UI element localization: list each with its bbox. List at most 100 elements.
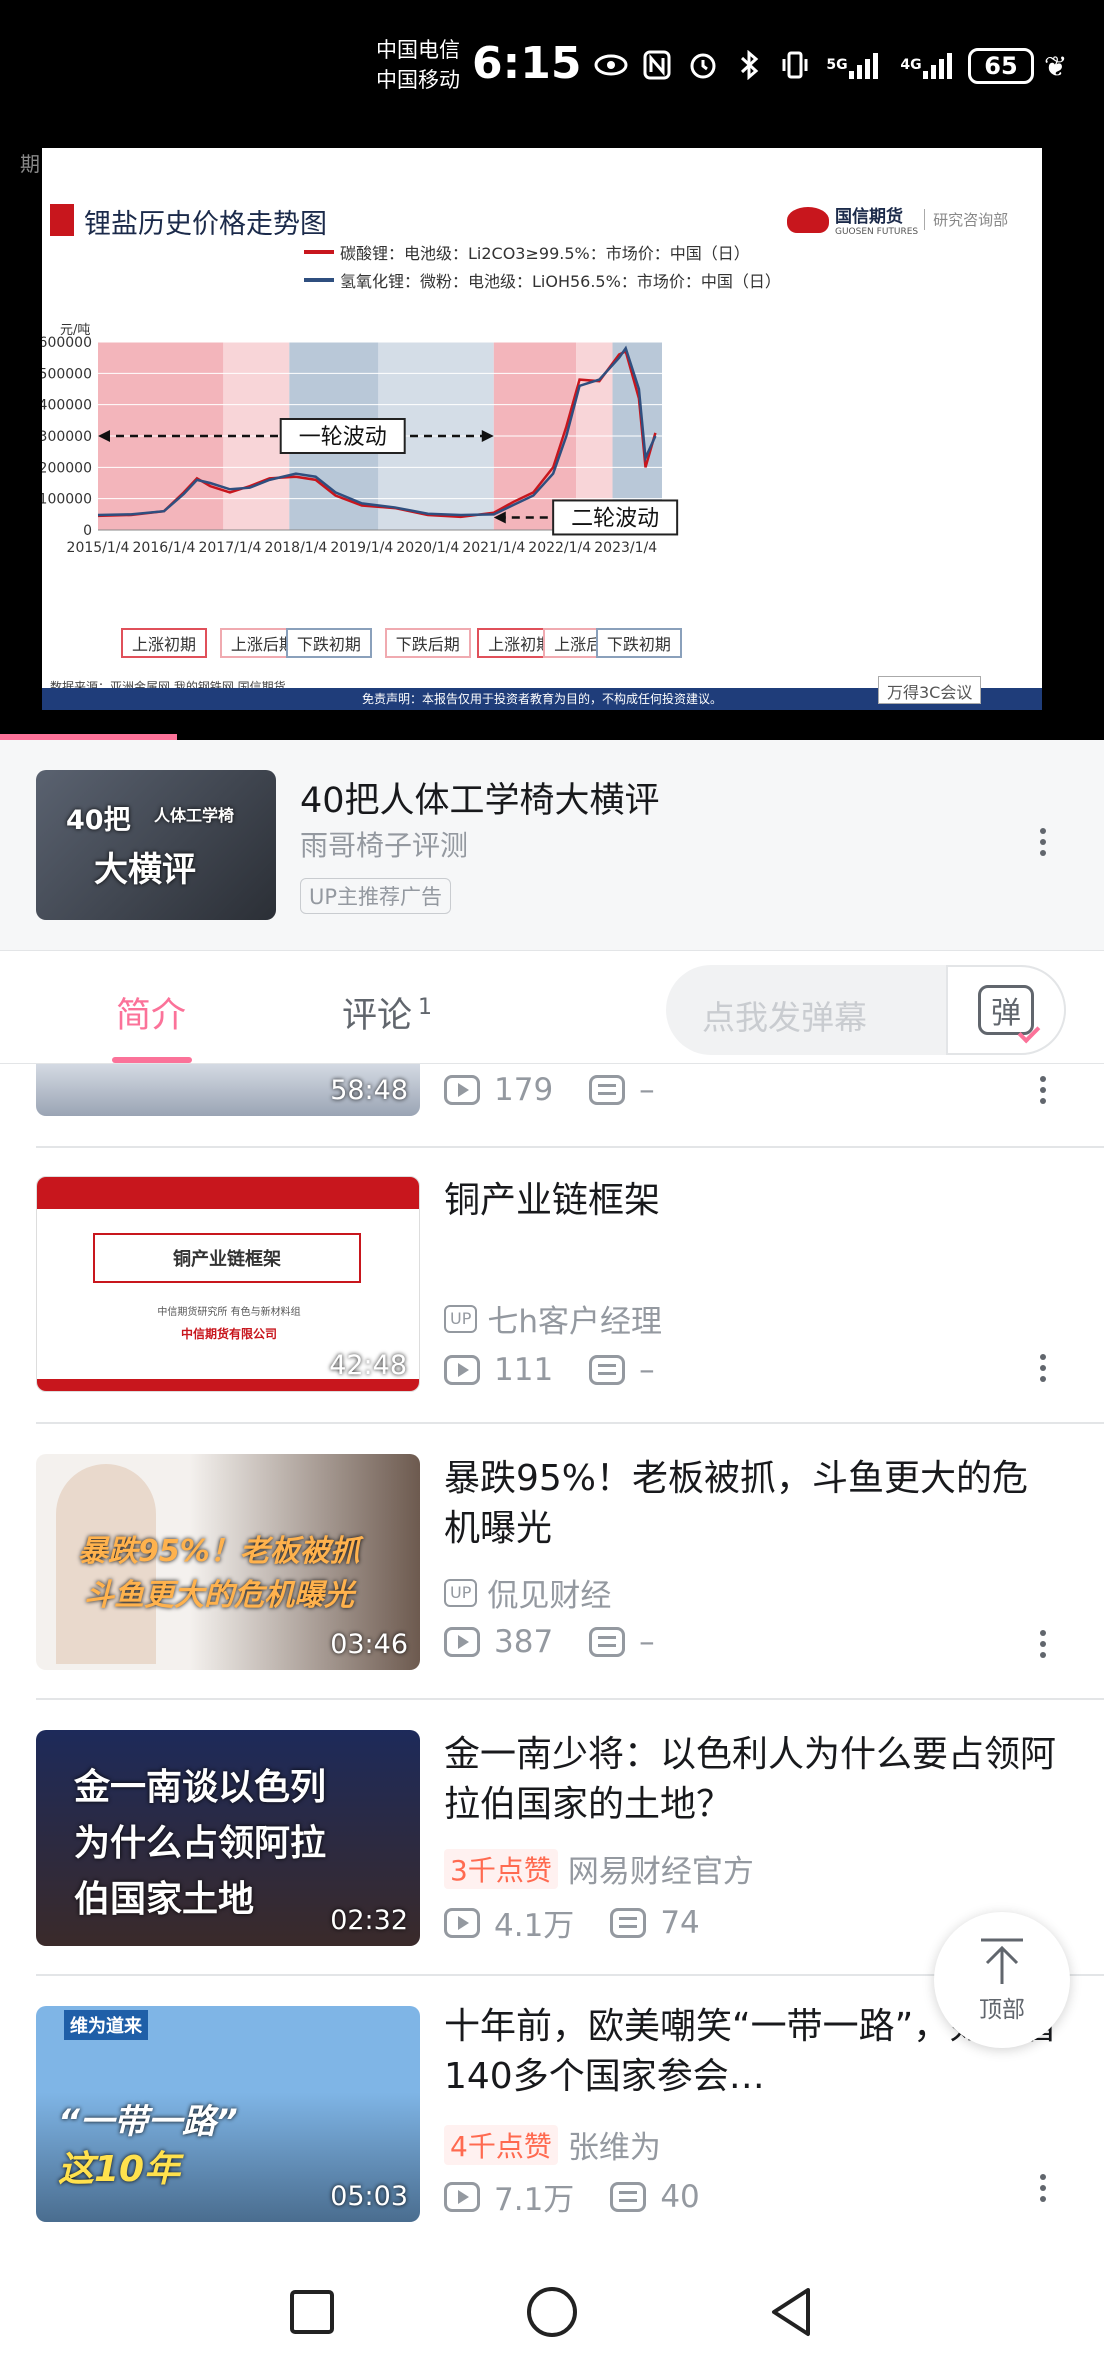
video-author[interactable]: 4千点赞 张维为 [444,2122,661,2167]
y-tick-label: 100000 [42,492,92,508]
tab-indicator [112,1057,192,1063]
video-thumbnail[interactable]: 维为道来 “一带一路” 这10年 05:03 [36,2006,420,2222]
y-axis-label: 元/吨 [60,323,90,338]
more-icon[interactable] [1028,822,1058,862]
x-tick-label: 2019/1/4 [330,540,393,556]
video-duration: 05:03 [330,2181,408,2212]
vibrate-icon [778,48,812,82]
more-icon[interactable] [1028,1070,1058,1110]
video-thumbnail[interactable]: 暴跌95%！老板被抓 斗鱼更大的危机曝光 03:46 [36,1454,420,1670]
y-tick-label: 0 [83,523,92,539]
video-author[interactable]: UP 侃见财经 [444,1570,611,1615]
video-stats: 179 – [444,1072,655,1108]
nfc-icon [640,48,674,82]
danmaku-toggle-button[interactable]: 弹 [946,965,1066,1055]
list-item[interactable]: 58:48 179 – [0,1064,1104,1148]
phase-label: 上涨初期 [120,628,207,658]
y-tick-label: 300000 [42,429,92,445]
more-icon[interactable] [1028,1348,1058,1388]
video-player[interactable]: 期... bilibili 锂盐历史价格走势图 国信期货 GUOSEN FUTU… [0,140,1104,740]
x-tick-label: 2018/1/4 [264,540,327,556]
video-duration: 42:48 [329,1350,407,1381]
video-title[interactable]: 金一南少将：以色利人为什么要占领阿拉伯国家的土地？ [444,1730,1064,1830]
legend-item-1: 碳酸锂：电池级：Li2CO3≥99.5%：市场价：中国（日） [304,240,750,264]
tab-bar: 简介 评论 1 点我发弹幕 弹 [0,950,1104,1064]
home-button[interactable] [522,2282,582,2342]
x-tick-label: 2021/1/4 [462,540,525,556]
more-icon[interactable] [1028,2168,1058,2208]
carrier-1: 中国电信 [376,38,460,62]
danmaku-count-icon [589,1075,626,1105]
tab-comments[interactable]: 评论 1 [342,987,432,1038]
danmaku-count-icon [610,1907,647,1938]
danmaku-icon: 弹 [978,985,1034,1035]
back-button[interactable] [762,2282,822,2342]
video-author[interactable]: UP 七h客户经理 [444,1296,662,1341]
alarm-icon [686,48,720,82]
video-stats: 7.1万 40 [444,2174,700,2219]
video-stats: 387 – [444,1624,655,1660]
y-tick-label: 500000 [42,366,92,382]
x-tick-label: 2023/1/4 [594,540,657,556]
video-duration: 03:46 [330,1629,408,1660]
play-count-icon [444,2181,480,2212]
arrow-up-icon [981,1938,1023,1984]
play-count-icon [444,1355,480,1385]
danmaku-bar[interactable]: 点我发弹幕 弹 [666,965,1066,1055]
recents-button[interactable] [282,2282,342,2342]
danmaku-input[interactable]: 点我发弹幕 [702,991,867,1039]
annotation-label-2: 二轮波动 [571,506,659,531]
status-bar: 中国电信 中国移动 6:15 5G 4G 65 ❦ [0,0,1104,140]
video-duration: 58:48 [330,1075,408,1106]
danmaku-count-icon [589,1627,626,1657]
ad-card[interactable]: 40把 人体工学椅 大横评 40把人体工学椅大横评 雨哥椅子评测 UP主推荐广告 [0,740,1104,950]
phase-label: 下跌初期 [285,628,372,658]
up-icon: UP [444,1304,478,1333]
comment-count: 1 [418,995,433,1021]
video-thumbnail[interactable]: 金一南谈以色列 为什么占领阿拉 伯国家土地 02:32 [36,1730,420,1946]
back-to-top-button[interactable]: 顶部 [934,1912,1070,2048]
list-item[interactable]: 金一南谈以色列 为什么占领阿拉 伯国家土地 02:32 金一南少将：以色利人为什… [0,1700,1104,1974]
slide: 锂盐历史价格走势图 国信期货 GUOSEN FUTURES 研究咨询部 碳酸锂：… [42,148,1042,710]
bluetooth-icon [732,48,766,82]
video-title[interactable]: 铜产业链框架 [444,1176,1064,1226]
y-tick-label: 400000 [42,398,92,414]
x-tick-label: 2015/1/4 [67,540,130,556]
clock: 6:15 [472,38,582,89]
video-title[interactable]: 暴跌95%！老板被抓，斗鱼更大的危机曝光 [444,1454,1064,1554]
wind-watermark: 万得3C会议 [878,676,982,704]
video-stats: 4.1万 74 [444,1900,700,1945]
y-tick-label: 200000 [42,460,92,476]
video-author[interactable]: 3千点赞 网易财经官方 [444,1846,754,1891]
play-count-icon [444,1075,480,1105]
battery-indicator: 65 [968,48,1034,84]
tab-intro[interactable]: 简介 [116,987,186,1038]
video-thumbnail[interactable]: 铜产业链框架 中信期货研究所 有色与新材料组 中信期货有限公司 42:48 [36,1176,420,1392]
title-marker [50,204,74,236]
guosen-logo: 国信期货 GUOSEN FUTURES 研究咨询部 [787,202,1008,237]
video-thumbnail[interactable]: 58:48 [36,1064,420,1116]
ad-author[interactable]: 雨哥椅子评测 [300,824,468,864]
list-item[interactable]: 铜产业链框架 中信期货研究所 有色与新材料组 中信期货有限公司 42:48 铜产… [0,1148,1104,1422]
phase-label: 下跌后期 [384,628,471,658]
play-count-icon [444,1627,480,1657]
likes-badge: 3千点赞 [444,1848,558,1889]
guosen-logo-icon [787,206,829,233]
system-nav-bar [0,2246,1104,2376]
danmaku-count-icon [610,2181,647,2212]
back-to-top-label: 顶部 [979,1997,1025,2023]
eye-icon [594,48,628,82]
danmaku-count-icon [589,1355,626,1385]
annotation-label-1: 一轮波动 [299,425,387,450]
price-chart: 6000005000004000003000002000001000000元/吨… [42,323,679,556]
x-tick-label: 2022/1/4 [528,540,591,556]
play-count-icon [444,1907,480,1938]
list-item[interactable]: 维为道来 “一带一路” 这10年 05:03 十年前，欧美嘲笑“一带一路”，如今… [0,1976,1104,2246]
more-icon[interactable] [1028,1624,1058,1664]
list-item[interactable]: 暴跌95%！老板被抓 斗鱼更大的危机曝光 03:46 暴跌95%！老板被抓，斗鱼… [0,1424,1104,1698]
ad-thumbnail[interactable]: 40把 人体工学椅 大横评 [36,770,276,920]
ad-title[interactable]: 40把人体工学椅大横评 [300,772,660,823]
signal-5g-icon: 5G [824,48,886,82]
x-tick-label: 2017/1/4 [198,540,261,556]
phase-label: 下跌初期 [595,628,682,658]
